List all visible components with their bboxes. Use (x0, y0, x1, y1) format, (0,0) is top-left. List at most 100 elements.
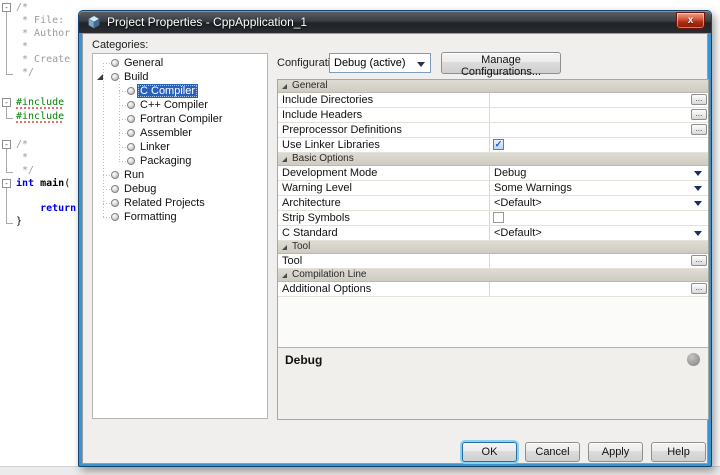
sheet-section-header[interactable]: General (278, 80, 708, 93)
configuration-combobox[interactable]: Debug (active) (329, 53, 431, 73)
tree-item-label: General (121, 56, 166, 70)
property-row[interactable]: C Standard<Default> (278, 226, 708, 241)
fold-guide-end (6, 172, 13, 173)
fold-collapse-icon[interactable]: - (2, 98, 11, 107)
sidebar-item-c-compiler[interactable]: C Compiler (93, 84, 267, 98)
dialog-footer-buttons: OK Cancel Apply Help (462, 442, 706, 462)
property-row[interactable]: Include Directories... (278, 93, 708, 108)
property-row[interactable]: Additional Options... (278, 282, 708, 297)
ok-button[interactable]: OK (462, 442, 517, 462)
sidebar-item-run[interactable]: Run (93, 168, 267, 182)
property-row[interactable]: Development Mode Debug (278, 166, 708, 181)
tree-connector (119, 133, 126, 134)
dialog-titlebar[interactable]: Project Properties - CppApplication_1 x (79, 11, 711, 33)
sidebar-item-c-compiler[interactable]: C++ Compiler (93, 98, 267, 112)
ellipsis-button[interactable]: ... (691, 283, 707, 294)
chevron-down-icon[interactable] (694, 186, 702, 191)
sidebar-item-related-projects[interactable]: Related Projects (93, 196, 267, 210)
help-button[interactable]: Help (651, 442, 706, 462)
tree-connector (103, 217, 110, 218)
tree-expanded-icon[interactable] (97, 74, 103, 80)
property-value[interactable]: ... (490, 93, 708, 107)
sidebar-item-packaging[interactable]: Packaging (93, 154, 267, 168)
property-value[interactable]: ✓ (490, 138, 708, 152)
property-row[interactable]: Architecture<Default> (278, 196, 708, 211)
tree-connector (103, 63, 110, 64)
code-token: main (40, 178, 64, 189)
fold-guide-line (6, 12, 7, 74)
manage-configurations-button[interactable]: Manage Configurations... (441, 52, 561, 74)
code-line: * Create (16, 54, 70, 66)
code-line: /* (16, 139, 28, 151)
code-token: /* (16, 139, 28, 150)
fold-collapse-icon[interactable]: - (2, 179, 11, 188)
tree-connector (119, 91, 126, 92)
code-line: #include (16, 111, 64, 123)
tree-node-icon (111, 59, 119, 67)
fold-collapse-icon[interactable]: - (2, 3, 11, 12)
sidebar-item-general[interactable]: General (93, 56, 267, 70)
tree-connector (119, 119, 126, 120)
section-collapse-icon (282, 84, 287, 89)
tree-item-label: Formatting (121, 210, 180, 224)
property-value[interactable]: ... (490, 123, 708, 137)
property-checkbox[interactable]: ✓ (493, 139, 504, 150)
sidebar-item-assembler[interactable]: Assembler (93, 126, 267, 140)
ellipsis-button[interactable]: ... (691, 255, 707, 266)
description-title: Debug (278, 348, 708, 367)
sidebar-item-debug[interactable]: Debug (93, 182, 267, 196)
property-checkbox[interactable] (493, 212, 504, 223)
ellipsis-button[interactable]: ... (691, 109, 707, 120)
ellipsis-button[interactable]: ... (691, 94, 707, 105)
property-value-text: Debug (494, 167, 526, 179)
ellipsis-button[interactable]: ... (691, 124, 707, 135)
property-value[interactable]: Debug (490, 166, 708, 180)
property-value[interactable]: <Default> (490, 226, 708, 240)
code-token: #include (16, 111, 64, 122)
property-panel: General Include Directories...Include Hea… (277, 79, 709, 420)
property-row[interactable]: Tool... (278, 254, 708, 269)
property-value[interactable]: ... (490, 282, 708, 296)
property-row[interactable]: Preprocessor Definitions... (278, 123, 708, 138)
chevron-down-icon[interactable] (694, 201, 702, 206)
apply-button[interactable]: Apply (588, 442, 643, 462)
fold-collapse-icon[interactable]: - (2, 140, 11, 149)
chevron-down-icon[interactable] (694, 171, 702, 176)
property-label: Include Headers (278, 108, 490, 122)
code-line: /* (16, 2, 28, 14)
cancel-button[interactable]: Cancel (525, 442, 580, 462)
property-row[interactable]: Warning LevelSome Warnings (278, 181, 708, 196)
chevron-down-icon (417, 62, 425, 67)
sheet-section-header[interactable]: Tool (278, 241, 708, 254)
tree-connector (119, 105, 126, 106)
sheet-section-header[interactable]: Basic Options (278, 153, 708, 166)
sidebar-item-linker[interactable]: Linker (93, 140, 267, 154)
tree-connector (103, 175, 110, 176)
property-value[interactable]: Some Warnings (490, 181, 708, 195)
section-collapse-icon (282, 157, 287, 162)
property-label: Development Mode (278, 166, 490, 180)
section-label: General (292, 80, 328, 91)
sidebar-item-build[interactable]: Build (93, 70, 267, 84)
property-value[interactable]: <Default> (490, 196, 708, 210)
tree-node-icon (111, 213, 119, 221)
property-value[interactable]: ... (490, 254, 708, 268)
property-row[interactable]: Use Linker Libraries✓ (278, 138, 708, 153)
code-token: * (16, 152, 28, 163)
code-token: int (16, 178, 40, 189)
property-value[interactable]: ... (490, 108, 708, 122)
property-row[interactable]: Strip Symbols (278, 211, 708, 226)
code-token: ( (64, 178, 70, 189)
tree-node-icon (111, 185, 119, 193)
status-strip (0, 466, 720, 475)
sheet-section-header[interactable]: Compilation Line (278, 269, 708, 282)
categories-label: Categories: (92, 39, 148, 51)
chevron-down-icon[interactable] (694, 231, 702, 236)
close-button[interactable]: x (676, 12, 705, 29)
tree-node-icon (127, 87, 135, 95)
sidebar-item-fortran-compiler[interactable]: Fortran Compiler (93, 112, 267, 126)
property-row[interactable]: Include Headers... (278, 108, 708, 123)
categories-tree[interactable]: GeneralBuildC CompilerC++ CompilerFortra… (92, 53, 268, 419)
sidebar-item-formatting[interactable]: Formatting (93, 210, 267, 224)
property-value[interactable] (490, 211, 708, 225)
